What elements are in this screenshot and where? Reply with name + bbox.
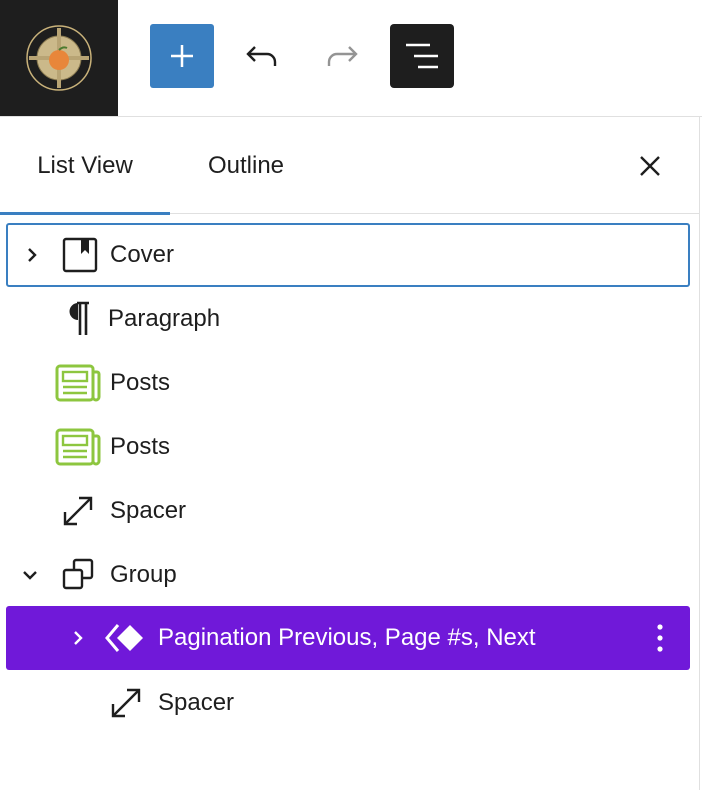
close-button[interactable] <box>626 142 674 190</box>
tree-row-label: Spacer <box>110 497 187 524</box>
close-icon <box>640 156 660 176</box>
undo-icon <box>246 46 277 66</box>
tree-row-posts[interactable]: Posts <box>6 351 690 415</box>
tree-row-label: Pagination Previous, Page #s, Next <box>158 624 536 651</box>
redo-icon <box>327 46 358 66</box>
group-icon <box>54 551 102 599</box>
undo-button[interactable] <box>230 24 294 88</box>
tree-row-paragraph[interactable]: Paragraph <box>6 287 690 351</box>
tab-outline[interactable]: Outline <box>180 118 312 214</box>
tree-row-spacer[interactable]: Spacer <box>6 479 690 543</box>
panel-divider <box>699 117 700 790</box>
logo-seal-icon <box>26 25 92 91</box>
tree-row-spacer[interactable]: Spacer <box>6 671 690 735</box>
tree-row-label: Posts <box>110 433 171 460</box>
tree-row-label: Spacer <box>158 689 235 716</box>
list-view-icon <box>406 43 438 69</box>
tree-row-label: Posts <box>110 369 171 396</box>
tree-row-label: Paragraph <box>108 305 221 332</box>
tree-row-label: Cover <box>110 241 175 268</box>
list-view-tabs: List View Outline <box>0 118 699 215</box>
posts-icon <box>54 423 102 471</box>
spacer-icon <box>54 487 102 535</box>
tree-row-cover[interactable]: Cover <box>6 223 690 287</box>
chevron-down-icon[interactable] <box>18 563 42 587</box>
list-view-toggle-button[interactable] <box>390 24 454 88</box>
editor-toolbar <box>0 0 702 117</box>
tree-row-group[interactable]: Group <box>6 543 690 607</box>
pagination-icon <box>102 614 150 662</box>
spacer-icon <box>102 679 150 727</box>
cover-icon <box>56 231 104 279</box>
tree-row-pagination[interactable]: Pagination Previous, Page #s, Next <box>6 606 690 670</box>
site-logo[interactable] <box>0 0 118 116</box>
posts-icon <box>54 359 102 407</box>
tree-row-posts[interactable]: Posts <box>6 415 690 479</box>
chevron-right-icon[interactable] <box>20 243 44 267</box>
tab-list-view[interactable]: List View <box>0 118 170 215</box>
tree-row-label: Group <box>110 561 177 588</box>
add-block-button[interactable] <box>150 24 214 88</box>
chevron-right-icon[interactable] <box>66 626 90 650</box>
more-options-icon[interactable] <box>648 618 672 658</box>
redo-button[interactable] <box>310 24 374 88</box>
plus-icon <box>171 45 193 67</box>
paragraph-icon <box>54 295 102 343</box>
